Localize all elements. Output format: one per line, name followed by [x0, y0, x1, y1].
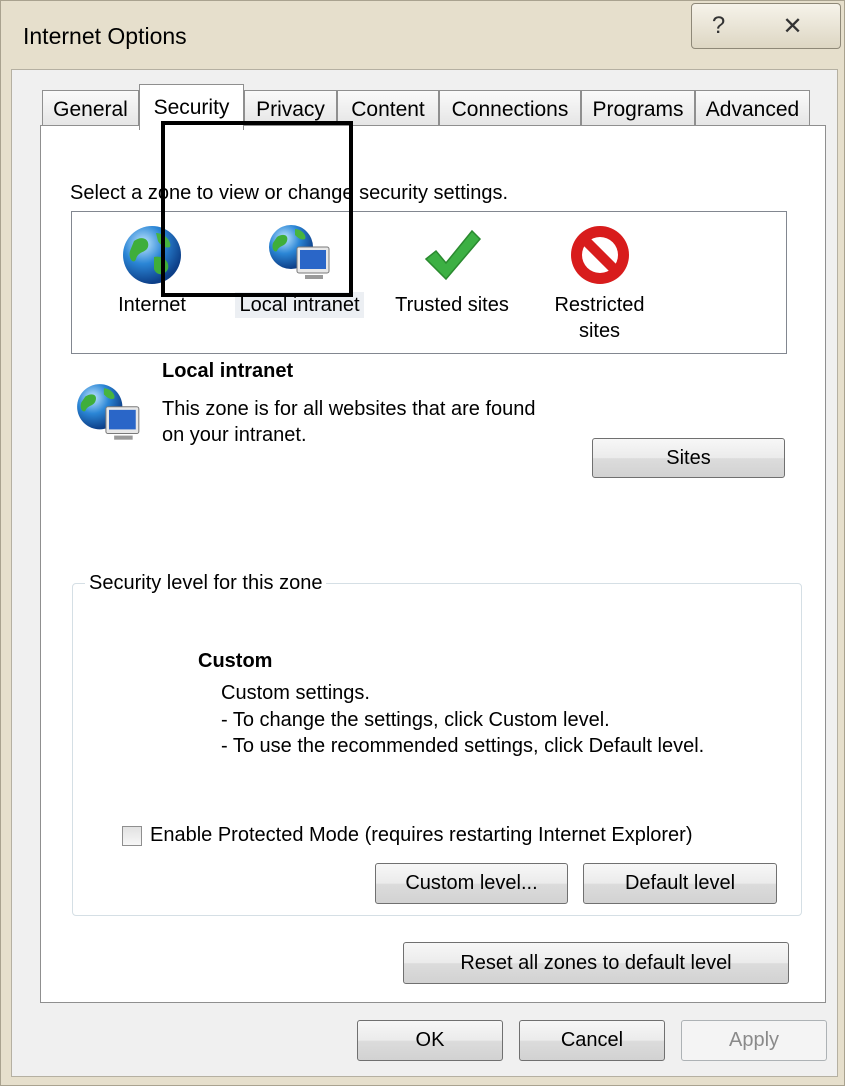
- tab-label: Advanced: [705, 98, 800, 121]
- zone-label: Trusted sites: [395, 294, 509, 316]
- help-button[interactable]: ?: [691, 3, 746, 49]
- zone-prompt: Select a zone to view or change security…: [70, 182, 509, 204]
- zone-internet[interactable]: Internet: [97, 212, 207, 352]
- tab-label: Privacy: [256, 98, 325, 121]
- tab-label: Programs: [592, 98, 684, 121]
- intranet-icon: [73, 379, 145, 451]
- security-level-name: Custom: [198, 650, 273, 672]
- zone-local-intranet[interactable]: Local intranet: [227, 212, 372, 352]
- zone-list: Internet Local intranet Trusted sites Re…: [71, 211, 787, 354]
- tab-security[interactable]: Security: [139, 84, 244, 130]
- protected-mode-checkbox[interactable]: [122, 825, 142, 846]
- title-bar[interactable]: Internet Options ? ✕: [1, 1, 845, 71]
- apply-button[interactable]: Apply: [681, 1020, 827, 1061]
- security-tab-panel: Select a zone to view or change security…: [40, 125, 826, 1003]
- tab-advanced[interactable]: Advanced: [695, 90, 810, 129]
- intranet-icon: [265, 220, 335, 290]
- restricted-icon: [565, 220, 635, 290]
- level-line: - To change the settings, click Custom l…: [221, 708, 610, 731]
- zone-label: Internet: [118, 294, 186, 316]
- tab-label: General: [53, 98, 128, 121]
- tab-privacy[interactable]: Privacy: [244, 90, 337, 129]
- protected-mode-row[interactable]: Enable Protected Mode (requires restarti…: [122, 824, 693, 847]
- checkmark-icon: [417, 220, 487, 290]
- globe-icon: [117, 220, 187, 290]
- zone-trusted-sites[interactable]: Trusted sites: [382, 212, 522, 352]
- sites-button[interactable]: Sites: [592, 438, 785, 478]
- close-button[interactable]: ✕: [745, 3, 841, 49]
- ok-button[interactable]: OK: [357, 1020, 503, 1061]
- help-icon: ?: [711, 12, 726, 39]
- internet-options-window: Internet Options ? ✕ General Security Pr…: [0, 0, 845, 1086]
- dialog-body: General Security Privacy Content Connect…: [11, 69, 838, 1077]
- zone-label: Local intranet: [235, 292, 364, 318]
- security-level-legend: Security level for this zone: [85, 572, 327, 595]
- zone-detail-description: This zone is for all websites that are f…: [162, 398, 536, 446]
- level-line: Custom settings.: [221, 682, 370, 704]
- zone-detail-title: Local intranet: [162, 360, 294, 382]
- window-title: Internet Options: [23, 23, 187, 49]
- protected-mode-label: Enable Protected Mode (requires restarti…: [150, 824, 693, 846]
- tab-label: Content: [351, 98, 425, 121]
- reset-all-zones-button[interactable]: Reset all zones to default level: [403, 942, 789, 984]
- security-level-group: Security level for this zone Custom Cust…: [72, 572, 802, 916]
- security-level-description: Custom settings. - To change the setting…: [221, 680, 704, 760]
- tab-general[interactable]: General: [42, 90, 139, 129]
- default-level-button[interactable]: Default level: [583, 863, 777, 904]
- level-line: - To use the recommended settings, click…: [221, 735, 705, 757]
- tab-label: Connections: [451, 98, 569, 121]
- custom-level-button[interactable]: Custom level...: [375, 863, 568, 904]
- tab-programs[interactable]: Programs: [581, 90, 695, 129]
- zone-restricted-sites[interactable]: Restricted sites: [537, 212, 662, 352]
- tab-label: Security: [153, 95, 230, 119]
- close-icon: ✕: [782, 12, 803, 40]
- tab-content[interactable]: Content: [337, 90, 439, 129]
- cancel-button[interactable]: Cancel: [519, 1020, 665, 1061]
- tab-connections[interactable]: Connections: [439, 90, 581, 129]
- zone-label: Restricted sites: [554, 294, 645, 342]
